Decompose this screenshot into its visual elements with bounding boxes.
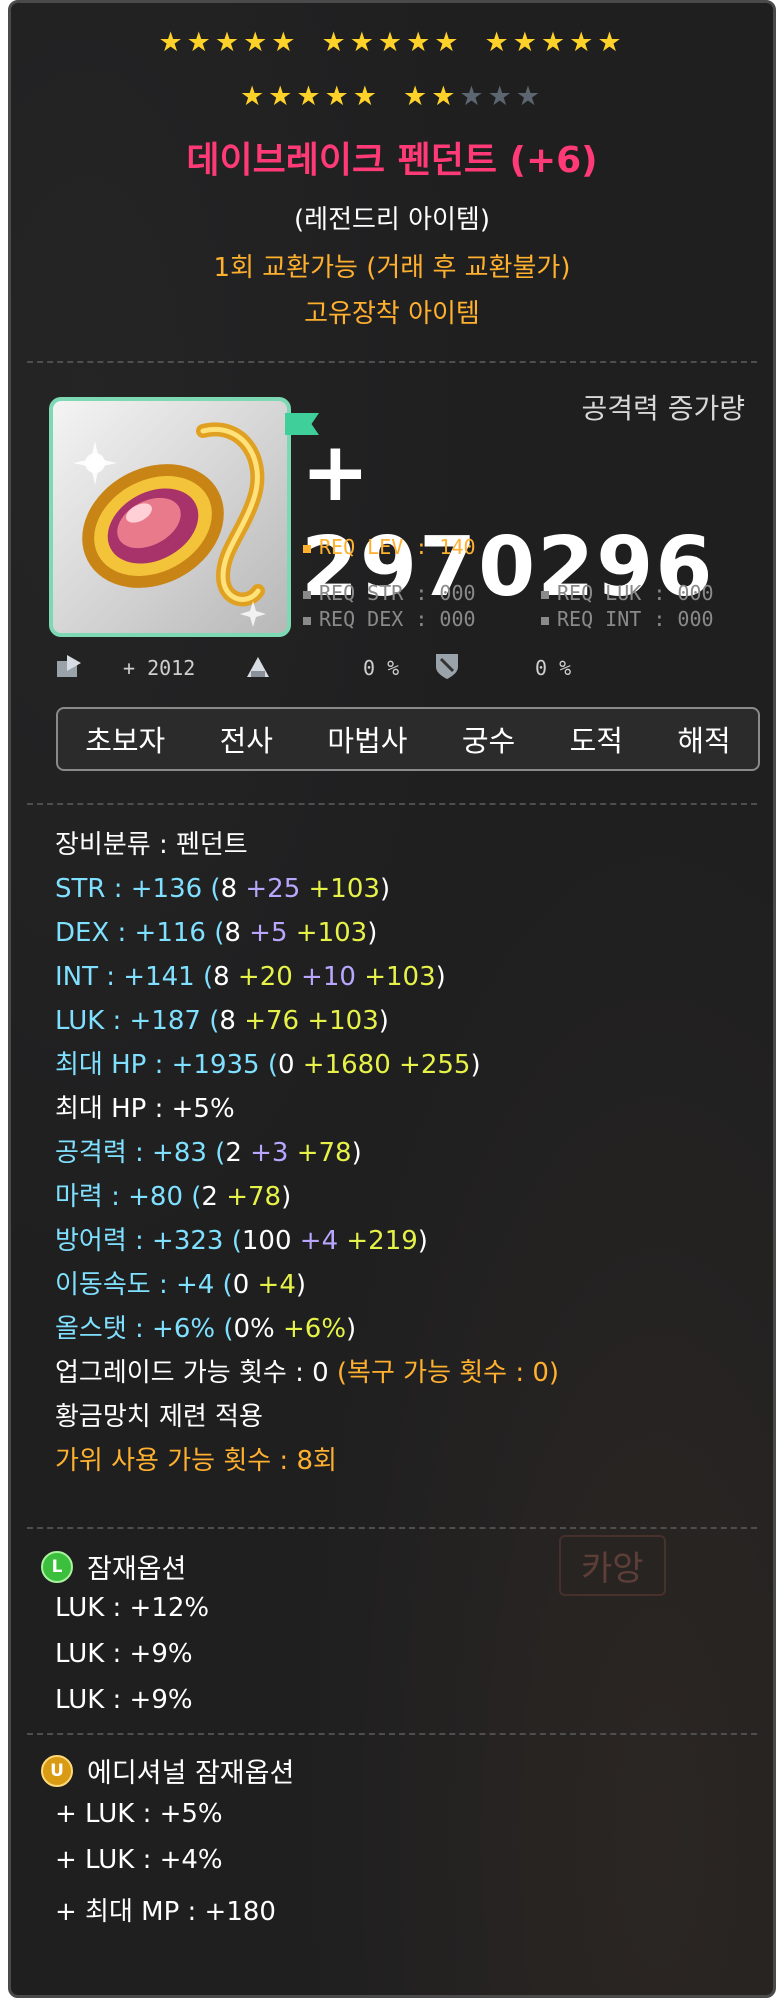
bullet-icon: [303, 616, 311, 625]
job-beginner: 초보자: [85, 724, 166, 758]
unique-grade-icon: U: [41, 1754, 73, 1787]
bullet-icon: [303, 590, 311, 599]
chance-value-2: 0 %: [535, 656, 572, 680]
divider: [27, 803, 757, 805]
stat-speed: 이동속도 : +4 (0 +4): [55, 1270, 307, 1300]
growth-icon: [57, 655, 81, 677]
req-level: REQ LEV : 140: [303, 535, 476, 559]
bullet-icon: [541, 616, 549, 625]
bullet-icon: [303, 544, 311, 553]
job-requirement-bar: 초보자 전사 마법사 궁수 도적 해적: [56, 707, 760, 771]
potential-header: L 잠재옵션: [41, 1547, 186, 1586]
unique-equip-info: 고유장착 아이템: [304, 299, 480, 329]
item-tooltip: ★★★★★ ★★★★★ ★★★★★ ★★★★★ ★★★★★ 데이브레이크 펜던트 (+…: [8, 0, 776, 1998]
item-grade: (레전드리 아이템): [294, 205, 490, 235]
stat-magic-attack: 마력 : +80 (2 +78): [55, 1182, 292, 1212]
item-icon-frame: [49, 397, 291, 637]
stat-luk: LUK : +187 (8 +76 +103): [55, 1006, 389, 1036]
chance-value-1: 0 %: [363, 656, 400, 680]
pendant-icon: [73, 422, 266, 627]
potential-line-2: LUK : +9%: [55, 1639, 193, 1669]
stat-max-hp: 최대 HP : +1935 (0 +1680 +255): [55, 1050, 481, 1080]
job-thief: 도적: [569, 724, 623, 758]
req-int: REQ INT : 000: [541, 607, 714, 631]
bullet-icon: [541, 590, 549, 599]
stat-attack: 공격력 : +83 (2 +3 +78): [55, 1138, 362, 1168]
divider: [27, 1733, 757, 1735]
star-force-row-2: ★★★★★ ★★★★★: [239, 81, 545, 112]
job-magician: 마법사: [327, 724, 408, 758]
background-button: 카앙: [559, 1535, 666, 1596]
additional-potential-line-3: + 최대 MP : +180: [55, 1897, 276, 1927]
growth-value: + 2012: [123, 656, 196, 680]
req-luk: REQ LUK : 000: [541, 581, 714, 605]
golden-hammer-applied: 황금망치 제련 적용: [55, 1402, 263, 1432]
req-dex: REQ DEX : 000: [303, 607, 476, 631]
equip-category: 장비분류 : 펜던트: [55, 830, 248, 860]
additional-potential-line-1: + LUK : +5%: [55, 1799, 223, 1829]
star-force-row-1: ★★★★★ ★★★★★ ★★★★★: [158, 27, 626, 58]
req-str: REQ STR : 000: [303, 581, 476, 605]
job-archer: 궁수: [461, 724, 516, 758]
stat-defense: 방어력 : +323 (100 +4 +219): [55, 1226, 428, 1256]
upgrade-count: 업그레이드 가능 횟수 : 0 (복구 가능 횟수 : 0): [55, 1358, 560, 1388]
legendary-grade-icon: L: [41, 1550, 73, 1583]
job-pirate: 해적: [677, 724, 731, 758]
additional-potential-header: U 에디셔널 잠재옵션: [41, 1751, 294, 1790]
job-warrior: 전사: [219, 724, 273, 758]
stats-list: 장비분류 : 펜던트 STR : +136 (8 +25 +103) DEX :…: [55, 823, 559, 1483]
stat-str: STR : +136 (8 +25 +103): [55, 874, 391, 904]
attack-increase-label: 공격력 증가량: [581, 392, 745, 425]
divider: [27, 1527, 757, 1529]
additional-potential-line-2: + LUK : +4%: [55, 1845, 223, 1875]
stat-max-hp-percent: 최대 HP : +5%: [55, 1094, 235, 1124]
cuttable-icon: [247, 657, 269, 677]
divider: [27, 361, 757, 363]
potential-line-3: LUK : +9%: [55, 1685, 193, 1715]
potential-line-1: LUK : +12%: [55, 1593, 210, 1623]
stat-all-stat: 올스탯 : +6% (0% +6%): [55, 1314, 357, 1344]
trade-info: 1회 교환가능 (거래 후 교환불가): [213, 253, 571, 283]
stat-dex: DEX : +116 (8 +5 +103): [55, 918, 378, 948]
item-name: 데이브레이크 펜던트 (+6): [186, 140, 598, 181]
stat-int: INT : +141 (8 +20 +10 +103): [55, 962, 446, 992]
shield-icon: [436, 654, 458, 679]
scissors-count: 가위 사용 가능 횟수 : 8회: [55, 1446, 337, 1476]
